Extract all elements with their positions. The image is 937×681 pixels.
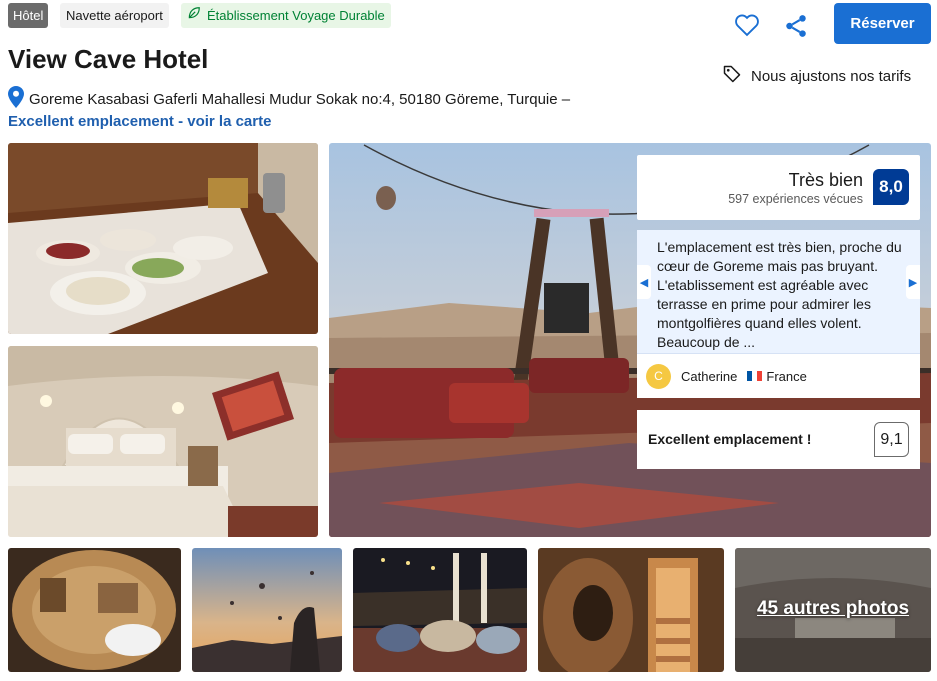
location-score-badge: 9,1 [874,422,909,457]
country-label: France [766,368,807,384]
review-text: L'emplacement est très bien, proche du c… [657,239,902,350]
sustainable-badge-label: Établissement Voyage Durable [207,8,385,23]
address-row: Goreme Kasabasi Gaferli Mahallesi Mudur … [8,86,570,112]
photo-cave-corridor[interactable] [538,548,724,672]
airport-shuttle-badge: Navette aéroport [60,3,169,28]
tag-icon [722,64,742,88]
view-map-link[interactable]: Excellent emplacement - voir la carte [8,113,271,130]
score-word: Très bien [788,170,863,190]
photo-balloons-sunset[interactable] [192,548,342,672]
photo-breakfast[interactable] [8,143,318,334]
review-score-badge: 8,0 [873,169,909,205]
france-flag-icon [747,371,763,381]
favorite-button[interactable] [733,11,761,39]
map-pin-icon [8,86,24,112]
reserve-button[interactable]: Réserver [834,3,931,44]
more-photos-tile[interactable]: 45 autres photos [735,548,931,672]
leaf-icon [187,3,201,28]
hotel-title: View Cave Hotel [8,44,209,74]
sustainable-travel-badge[interactable]: Établissement Voyage Durable [181,3,391,28]
heart-icon [733,14,761,43]
share-icon [783,15,809,43]
price-match-link[interactable]: Nous ajustons nos tarifs [722,64,911,88]
chevron-left-icon: ◀ [639,276,649,289]
more-photos-link[interactable]: 45 autres photos [735,598,931,620]
photo-cave-bathroom[interactable] [8,548,181,672]
review-author-country: France [747,368,807,384]
avatar: C [646,363,671,389]
hotel-address: Goreme Kasabasi Gaferli Mahallesi Mudur … [29,90,571,108]
review-author-name: Catherine [681,368,738,384]
chevron-right-icon: ▶ [908,276,918,289]
photo-bedroom[interactable] [8,346,318,537]
review-count: 597 expériences vécues [728,192,863,206]
location-score-label: Excellent emplacement ! [648,431,812,447]
review-score-card[interactable]: Très bien 597 expériences vécues 8,0 [637,155,920,220]
photo-terrace-night[interactable] [353,548,527,672]
location-score-card[interactable]: Excellent emplacement ! 9,1 [637,410,920,469]
next-review-button[interactable]: ▶ [906,265,920,299]
price-match-label: Nous ajustons nos tarifs [751,67,912,85]
previous-review-button[interactable]: ◀ [637,265,651,299]
review-author-row: C Catherine France [637,354,920,398]
share-button[interactable] [783,13,809,39]
property-type-badge: Hôtel [8,3,49,28]
featured-review-card[interactable]: L'emplacement est très bien, proche du c… [637,230,920,398]
